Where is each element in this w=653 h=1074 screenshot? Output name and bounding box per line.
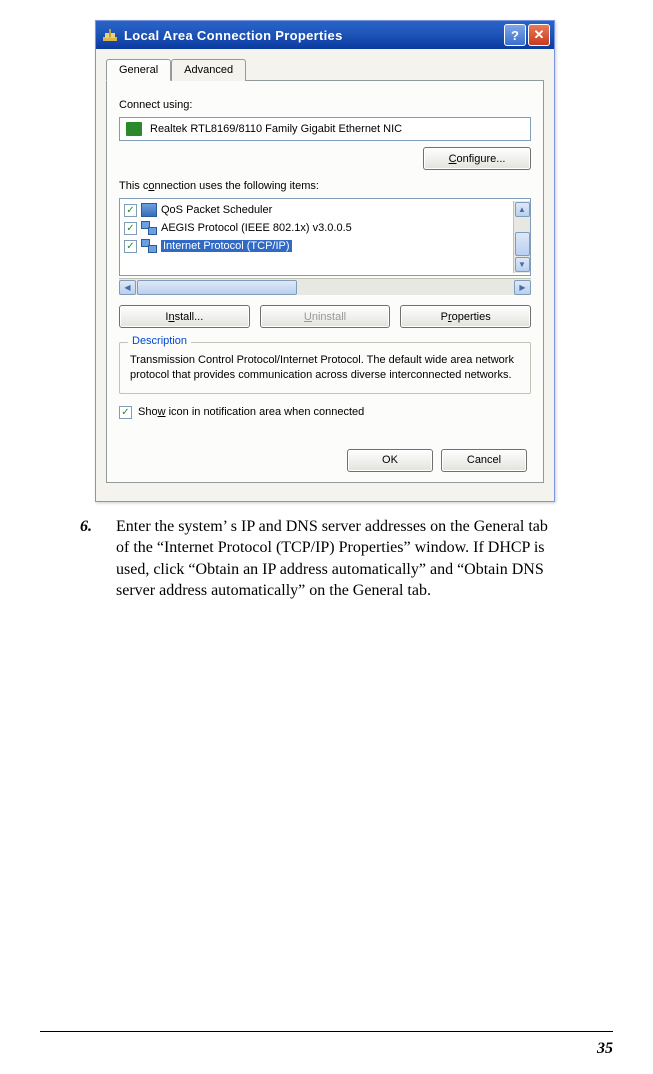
step-number: 6. [80,516,116,602]
connect-using-label: Connect using: [119,99,531,111]
show-icon-row: ✓ Show icon in notification area when co… [119,406,531,419]
footer-divider [40,1031,613,1032]
configure-button[interactable]: Configure... [423,147,531,170]
adapter-name: Realtek RTL8169/8110 Family Gigabit Ethe… [150,123,402,135]
connection-properties-dialog: Local Area Connection Properties ? ✕ Gen… [95,20,555,502]
scroll-down-arrow-icon[interactable]: ▼ [515,257,530,272]
close-button[interactable]: ✕ [528,24,550,46]
tab-advanced[interactable]: Advanced [171,59,246,81]
item-label: Internet Protocol (TCP/IP) [161,240,292,252]
checkbox-tcpip[interactable]: ✓ [124,240,137,253]
scroll-up-arrow-icon[interactable]: ▲ [515,202,530,217]
item-tcpip[interactable]: ✓ Internet Protocol (TCP/IP) [120,237,513,255]
instruction-step: 6. Enter the system’ s IP and DNS server… [80,516,565,602]
network-connection-icon [102,27,118,43]
page-number: 35 [597,1040,613,1058]
window-buttons: ? ✕ [504,24,550,46]
cancel-button[interactable]: Cancel [441,449,527,472]
hscroll-thumb[interactable] [137,280,297,295]
protocol-icon [141,239,157,253]
item-buttons: Install... Uninstall Properties [119,305,531,328]
description-text: Transmission Control Protocol/Internet P… [130,353,520,383]
scroll-thumb[interactable] [515,232,530,256]
nic-icon [126,122,142,136]
install-button[interactable]: Install... [119,305,250,328]
tab-strip: General Advanced [106,59,544,81]
dialog-body: General Advanced Connect using: Realtek … [96,49,554,501]
window-title: Local Area Connection Properties [124,28,498,43]
adapter-field: Realtek RTL8169/8110 Family Gigabit Ethe… [119,117,531,141]
help-button[interactable]: ? [504,24,526,46]
items-label: This connection uses the following items… [119,180,531,192]
tab-general[interactable]: General [106,59,171,81]
scroll-right-arrow-icon[interactable]: ▶ [514,280,531,295]
uninstall-button: Uninstall [260,305,391,328]
items-listbox: ✓ QoS Packet Scheduler ✓ AEGIS Protocol … [119,198,531,276]
checkbox-aegis[interactable]: ✓ [124,222,137,235]
qos-icon [141,203,157,217]
document-page: Local Area Connection Properties ? ✕ Gen… [0,0,653,602]
item-label: AEGIS Protocol (IEEE 802.1x) v3.0.0.5 [161,222,352,234]
item-aegis[interactable]: ✓ AEGIS Protocol (IEEE 802.1x) v3.0.0.5 [120,219,513,237]
scroll-left-arrow-icon[interactable]: ◀ [119,280,136,295]
horizontal-scrollbar[interactable]: ◀ ▶ [119,278,531,295]
step-text: Enter the system’ s IP and DNS server ad… [116,516,565,602]
close-icon: ✕ [534,27,545,43]
ok-button[interactable]: OK [347,449,433,472]
properties-button[interactable]: Properties [400,305,531,328]
checkbox-qos[interactable]: ✓ [124,204,137,217]
protocol-icon [141,221,157,235]
vertical-scrollbar[interactable]: ▲ ▼ [513,201,530,273]
dialog-buttons: OK Cancel [119,449,531,472]
show-icon-checkbox[interactable]: ✓ [119,406,132,419]
item-qos[interactable]: ✓ QoS Packet Scheduler [120,201,513,219]
item-label: QoS Packet Scheduler [161,204,272,216]
titlebar[interactable]: Local Area Connection Properties ? ✕ [96,21,554,49]
description-group: Description Transmission Control Protoco… [119,342,531,394]
tab-panel-general: Connect using: Realtek RTL8169/8110 Fami… [106,80,544,483]
show-icon-label: Show icon in notification area when conn… [138,406,364,418]
description-legend: Description [128,335,191,347]
